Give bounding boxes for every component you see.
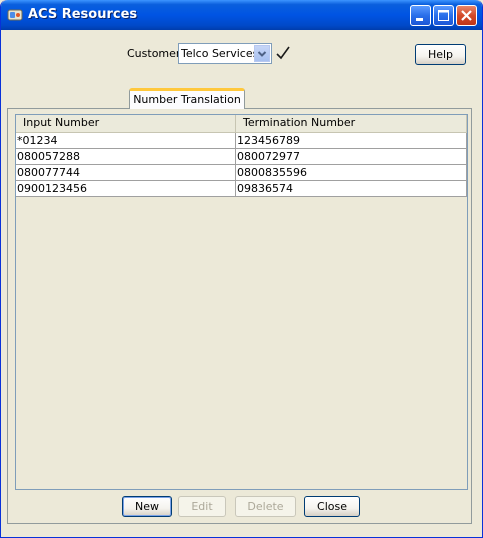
- minimize-button[interactable]: [410, 5, 431, 26]
- table-row[interactable]: 0900123456 09836574: [16, 181, 467, 197]
- cell-input-number: 080077744: [16, 165, 236, 180]
- window-title: ACS Resources: [28, 7, 138, 22]
- cell-input-number: 0900123456: [16, 181, 236, 196]
- minimize-icon: [416, 18, 423, 21]
- checkmark-icon: [275, 45, 291, 61]
- delete-button[interactable]: Delete: [235, 496, 296, 517]
- customer-dropdown-button[interactable]: [254, 45, 270, 62]
- maximize-button[interactable]: [433, 5, 454, 26]
- table-row[interactable]: *01234 123456789: [16, 133, 467, 149]
- column-header-input-number[interactable]: Input Number: [16, 115, 236, 132]
- title-bar[interactable]: ACS Resources: [1, 0, 482, 30]
- maximize-icon: [438, 10, 449, 21]
- customer-label: Customer: [127, 47, 181, 60]
- app-icon: [7, 7, 23, 23]
- new-button[interactable]: New: [122, 496, 172, 517]
- chevron-down-icon: [257, 51, 267, 57]
- cell-termination-number: 123456789: [236, 133, 467, 148]
- tab-number-translation[interactable]: Number Translation: [129, 88, 245, 109]
- customer-select[interactable]: Telco Services: [178, 43, 272, 64]
- cell-input-number: *01234: [16, 133, 236, 148]
- close-window-button[interactable]: [456, 5, 477, 26]
- close-icon: [461, 10, 472, 21]
- edit-button[interactable]: Edit: [178, 496, 226, 517]
- acs-resources-window: ACS Resources Customer Telco Services He…: [0, 0, 483, 538]
- cell-termination-number: 080072977: [236, 149, 467, 164]
- cell-termination-number: 09836574: [236, 181, 467, 196]
- help-button[interactable]: Help: [415, 44, 466, 65]
- close-button[interactable]: Close: [304, 496, 360, 517]
- cell-input-number: 080057288: [16, 149, 236, 164]
- table-header: Input Number Termination Number: [16, 115, 467, 133]
- table-row[interactable]: 080077744 0800835596: [16, 165, 467, 181]
- column-header-termination-number[interactable]: Termination Number: [236, 115, 467, 132]
- cell-termination-number: 0800835596: [236, 165, 467, 180]
- customer-select-value: Telco Services: [181, 47, 259, 60]
- table-row[interactable]: 080057288 080072977: [16, 149, 467, 165]
